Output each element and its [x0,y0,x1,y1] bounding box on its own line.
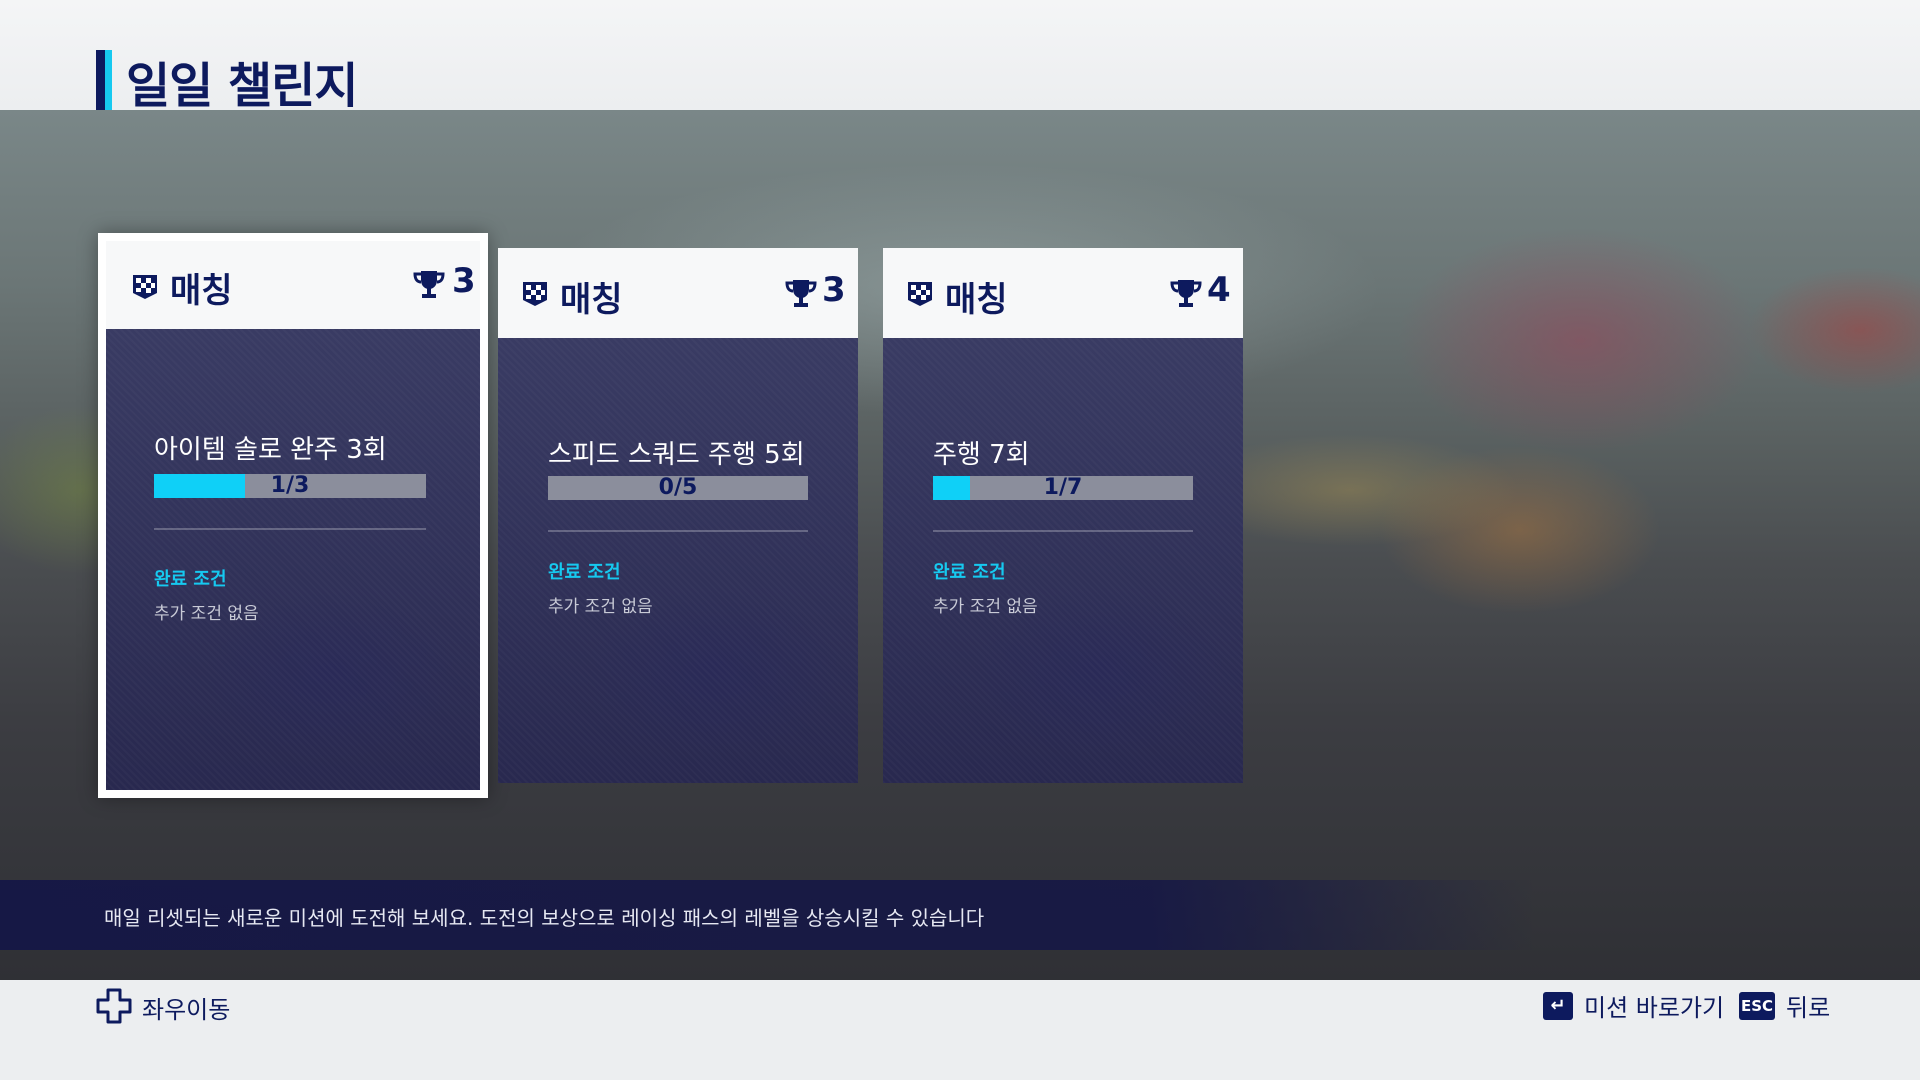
trophy-icon [785,280,817,307]
progress-text: 1/3 [270,473,310,498]
card-header: 매칭 4 [883,248,1243,338]
divider [933,530,1193,532]
card-mode-label: 매칭 [560,280,623,320]
trophy-icon [1170,280,1202,307]
card-header: 매칭 3 [106,241,480,329]
enter-key-badge[interactable]: ↵ [1543,992,1573,1020]
checkered-flag-icon [133,275,157,299]
progress-bar: 0/5 [548,476,808,500]
condition-text: 추가 조건 없음 [154,604,259,624]
move-hint-label: 좌우이동 [142,996,231,1024]
progress-text: 0/5 [658,475,698,500]
mission-shortcut-button[interactable]: 미션 바로가기 [1584,988,1724,1023]
description-strip: 매일 리셋되는 새로운 미션에 도전해 보세요. 도전의 보상으로 레이싱 패스… [0,880,1920,950]
mission-title: 주행 7회 [933,440,1030,470]
checkered-flag-icon [523,282,547,306]
description-text: 매일 리셋되는 새로운 미션에 도전해 보세요. 도전의 보상으로 레이싱 패스… [104,906,985,930]
condition-title: 완료 조건 [154,569,227,590]
card-mode-label: 매칭 [170,271,233,311]
trophy-count: 4 [1207,270,1231,310]
condition-text: 추가 조건 없음 [933,597,1038,617]
page-title: 일일 챌린지 [126,58,359,114]
challenge-card-3[interactable]: 매칭 4 주행 7회 1/7 완료 조건 추가 조건 없음 [883,248,1243,783]
progress-bar: 1/3 [154,474,426,498]
trophy-icon [413,271,445,298]
card-body: 아이템 솔로 완주 3회 1/3 완료 조건 추가 조건 없음 [106,329,480,790]
esc-key-badge[interactable]: ESC [1739,992,1775,1020]
condition-text: 추가 조건 없음 [548,597,653,617]
mission-title: 아이템 솔로 완주 3회 [154,435,387,465]
condition-title: 완료 조건 [933,562,1006,583]
back-button[interactable]: 뒤로 [1786,988,1830,1023]
card-body: 스피드 스쿼드 주행 5회 0/5 완료 조건 추가 조건 없음 [498,338,858,783]
condition-title: 완료 조건 [548,562,621,583]
divider [154,528,426,530]
challenge-card-2[interactable]: 매칭 3 스피드 스쿼드 주행 5회 0/5 완료 조건 추가 조건 없음 [498,248,858,783]
divider [548,530,808,532]
card-mode-label: 매칭 [945,280,1008,320]
card-header: 매칭 3 [498,248,858,338]
challenge-card-1[interactable]: 매칭 3 아이템 솔로 완주 3회 1/3 완료 조건 추가 조건 없음 [98,233,488,798]
mission-title: 스피드 스쿼드 주행 5회 [548,440,805,470]
progress-bar: 1/7 [933,476,1193,500]
top-header: 일일 챌린지 [0,0,1920,114]
trophy-count: 3 [452,261,476,301]
title-accent-bar [96,50,112,110]
trophy-count: 3 [822,270,846,310]
dpad-icon [96,988,132,1024]
checkered-flag-icon [908,282,932,306]
progress-text: 1/7 [1043,475,1083,500]
card-body: 주행 7회 1/7 완료 조건 추가 조건 없음 [883,338,1243,783]
